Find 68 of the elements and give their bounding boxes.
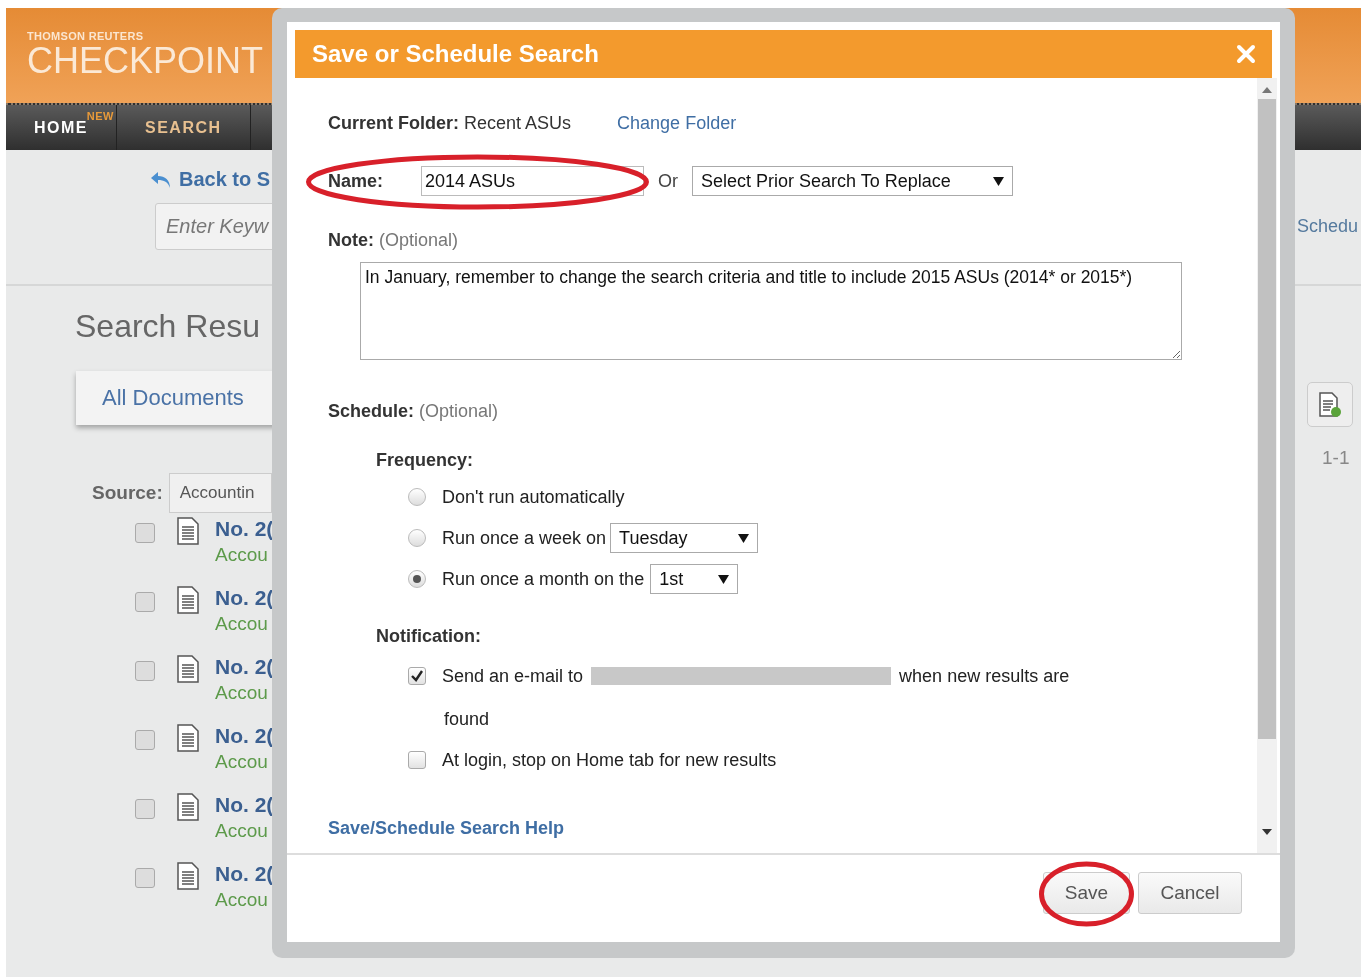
result-source: Accou [215, 889, 269, 911]
source-label: Source: [92, 482, 163, 504]
radio-button[interactable] [408, 488, 426, 506]
source-dropdown[interactable]: Accountin [168, 473, 272, 513]
radio-button[interactable] [408, 570, 426, 588]
scroll-thumb[interactable] [1258, 99, 1276, 739]
result-checkbox[interactable] [135, 592, 155, 612]
brand-logo: CHECKPOINT [27, 42, 264, 80]
result-checkbox[interactable] [135, 730, 155, 750]
note-field[interactable]: In January, remember to change the search criteria and title to include 2015 ASUs (2014* or 2015*) [360, 262, 1182, 360]
option-label: Run once a month on the [442, 568, 645, 590]
help-link[interactable]: Save/Schedule Search Help [328, 817, 565, 839]
result-source: Accou [215, 613, 269, 635]
page-title: Search Resu [75, 308, 261, 345]
caret-icon [718, 574, 730, 584]
document-icon [177, 724, 199, 752]
document-icon [177, 586, 199, 614]
caret-icon [738, 533, 750, 543]
document-icon [177, 655, 199, 683]
schedule-label: Schedule: (Optional) [328, 400, 499, 422]
result-checkbox[interactable] [135, 661, 155, 681]
scroll-up-icon[interactable] [1262, 87, 1272, 93]
cancel-button[interactable]: Cancel [1138, 872, 1242, 914]
frequency-label: Frequency: [376, 449, 474, 471]
option-dropdown[interactable]: 1st [650, 564, 739, 594]
name-field[interactable]: 2014 ASUs [421, 166, 645, 196]
option-label: Don't run automatically [442, 486, 625, 508]
option-label: At login, stop on Home tab for new results [442, 749, 777, 771]
document-icon [177, 862, 199, 890]
option-dropdown[interactable]: Tuesday [610, 523, 759, 553]
new-label: NEW [86, 110, 114, 122]
result-source: Accou [215, 751, 269, 773]
option-label: Send an e-mail to [442, 665, 584, 687]
document-icon [177, 793, 199, 821]
radio-button[interactable] [408, 529, 426, 547]
or-label: Or [658, 170, 679, 192]
result-source: Accou [215, 682, 269, 704]
result-source: Accou [215, 544, 269, 566]
current-folder-label: Current Folder: Recent ASUs [328, 112, 572, 134]
document-icon [177, 517, 199, 545]
results-range: 1-1 [1322, 447, 1350, 469]
result-checkbox[interactable] [135, 868, 155, 888]
notification-label: Notification: [376, 625, 481, 647]
note-label: Note: (Optional) [328, 229, 459, 251]
back-link[interactable]: Back to S [149, 168, 272, 191]
option-label: found [444, 708, 490, 730]
close-icon[interactable] [1236, 44, 1256, 64]
back-arrow-icon [149, 169, 173, 190]
documents-tab[interactable]: All Documents [76, 371, 272, 425]
brand-tagline: THOMSON REUTERS [27, 30, 144, 42]
search-field[interactable]: Enter Keyw [155, 203, 272, 250]
dialog-title: Save or Schedule Search [312, 40, 599, 68]
result-checkbox[interactable] [135, 799, 155, 819]
result-checkbox[interactable] [135, 523, 155, 543]
scroll-down-icon[interactable] [1262, 829, 1272, 835]
document-icon [1318, 391, 1342, 418]
checkbox[interactable] [408, 667, 426, 685]
export-button[interactable] [1307, 382, 1353, 427]
caret-icon [993, 176, 1005, 186]
replace-dropdown[interactable]: Select Prior Search To Replace [692, 166, 1014, 196]
result-source: Accou [215, 820, 269, 842]
checkbox[interactable] [408, 751, 426, 769]
schedule-link[interactable]: Schedu [1297, 216, 1359, 237]
name-label: Name: [328, 170, 384, 192]
option-label: Run once a week on [442, 527, 607, 549]
option-label: when new results are [899, 665, 1070, 687]
change-folder-link[interactable]: Change Folder [617, 112, 737, 134]
scrollbar[interactable] [1257, 78, 1277, 853]
